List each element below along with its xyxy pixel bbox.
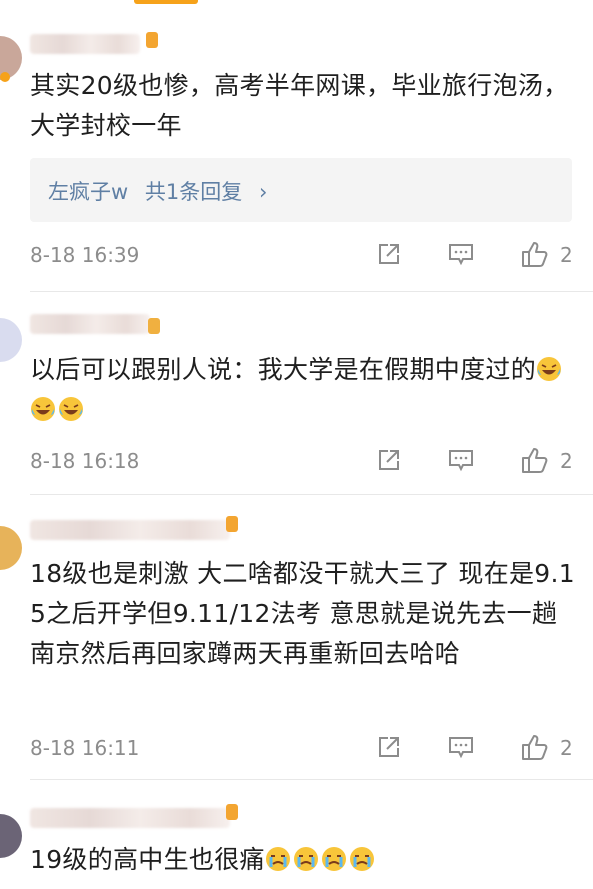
avatar[interactable] [0,526,22,570]
thumbs-up-icon[interactable] [520,732,550,762]
laugh-cry-emoji [536,356,562,382]
comment-text: 18级也是刺激 大二啥都没干就大三了 现在是9.15之后开学但9.11/12法考… [30,559,575,668]
reply-summary[interactable]: 左疯子w 共1条回复 › [48,176,267,206]
divider [30,779,593,780]
member-badge-icon [148,318,160,334]
comment-time: 8-18 16:11 [30,736,140,760]
crying-emoji [265,846,291,872]
share-icon[interactable] [376,241,402,267]
crying-emoji [321,846,347,872]
like-count: 2 [560,736,573,760]
comment-text: 19级的高中生也很痛 [30,840,575,880]
comment-text: 以后可以跟别人说：我大学是在假期中度过的 [30,350,575,430]
share-icon[interactable] [376,734,402,760]
member-badge-icon [226,516,238,532]
comment-icon[interactable] [448,734,474,760]
comment-icon[interactable] [448,447,474,473]
username-blurred[interactable] [30,34,140,54]
comment-text: 其实20级也惨，高考半年网课，毕业旅行泡汤，大学封校一年 [30,71,569,140]
chevron-right-icon: › [258,180,268,204]
comment-text-body: 19级的高中生也很痛 [30,845,265,874]
thumbs-up-icon[interactable] [520,239,550,269]
avatar[interactable] [0,814,22,858]
comment-time: 8-18 16:18 [30,449,140,473]
laugh-cry-emoji [58,396,84,422]
username-blurred[interactable] [30,314,150,334]
thumbs-up-icon[interactable] [520,445,550,475]
comment-time: 8-18 16:39 [30,243,140,267]
comment-text-body: 以后可以跟别人说：我大学是在假期中度过的 [30,355,537,384]
verified-badge [0,72,10,82]
crying-emoji [293,846,319,872]
username-blurred[interactable] [30,808,230,828]
username-blurred[interactable] [30,520,230,540]
avatar[interactable] [0,318,22,362]
share-icon[interactable] [376,447,402,473]
tab-indicator [134,0,198,4]
member-badge-icon [226,804,238,820]
reply-author: 左疯子w [48,180,129,204]
member-badge-icon [146,32,158,48]
comment-icon[interactable] [448,241,474,267]
like-count: 2 [560,243,573,267]
like-count: 2 [560,449,573,473]
crying-emoji [349,846,375,872]
replies-preview[interactable]: 左疯子w 共1条回复 › [30,158,572,222]
divider [30,494,593,495]
laugh-cry-emoji [30,396,56,422]
reply-count-label: 共1条回复 [144,180,243,204]
divider [30,291,593,292]
